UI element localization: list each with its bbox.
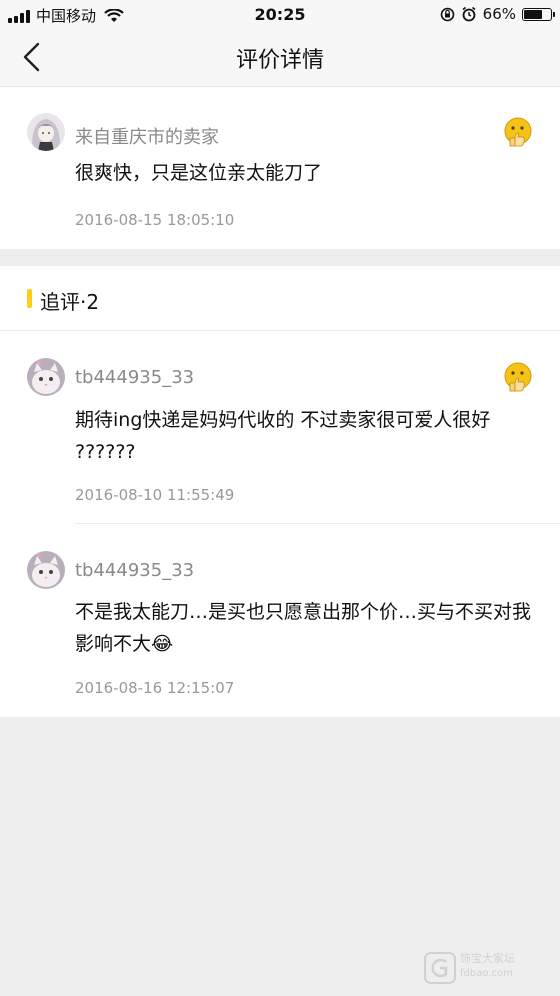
avatar[interactable] [27, 358, 65, 396]
battery-icon [522, 7, 555, 21]
seller-name: 来自重庆市的卖家 [75, 127, 219, 148]
followup-timestamp: 2016-08-16 12:15:07 [75, 679, 235, 697]
rotation-lock-icon [440, 7, 454, 21]
followup-content: 期待ing快递是妈妈代收的 不过卖家很可爱人很好 ?????? [75, 409, 491, 463]
status-right: 66% [440, 5, 555, 23]
item-divider [75, 523, 560, 524]
battery-percent: 66% [482, 5, 516, 23]
review-content: 很爽快，只是这位亲太能刀了 [75, 162, 323, 184]
reviewer-name: tb444935_33 [75, 560, 195, 581]
section-accent-bar [27, 289, 32, 308]
watermark-logo-icon [424, 952, 456, 984]
thumbs-up-emoji-icon[interactable] [502, 116, 534, 148]
status-bar: 中国移动 20:25 66% [0, 0, 560, 28]
followup-section-header: 追评·2 [0, 266, 560, 331]
cat-avatar-image [27, 358, 65, 396]
thumbs-up-emoji-icon[interactable] [502, 361, 534, 393]
site-watermark: 饰宝大家坛 fdbao.com [424, 948, 546, 988]
reviewer-name: tb444935_33 [75, 367, 195, 388]
followup-timestamp: 2016-08-10 11:55:49 [75, 486, 235, 504]
avatar[interactable] [27, 113, 65, 151]
review-timestamp: 2016-08-15 18:05:10 [75, 211, 235, 229]
followup-content: 不是我太能刀…是买也只愿意出那个价…买与不买对我影响不大😂 [75, 601, 532, 655]
followup-section-title: 追评·2 [40, 290, 100, 314]
page-title: 评价详情 [235, 48, 324, 73]
main-review-card: 来自重庆市的卖家 很爽快，只是这位亲太能刀了 2016-08-15 18:05:… [0, 87, 560, 249]
watermark-text: 饰宝大家坛 [460, 952, 515, 965]
seller-avatar-image [27, 113, 65, 151]
cat-avatar-image [27, 551, 65, 589]
alarm-icon [462, 6, 476, 22]
watermark-domain: fdbao.com [460, 968, 513, 979]
followup-reviews-card: 追评·2 tb444935_33 期待ing快递是妈妈代收的 不过卖家很可爱人很… [0, 266, 560, 717]
avatar[interactable] [27, 551, 65, 589]
navigation-bar: 评价详情 [0, 28, 560, 87]
